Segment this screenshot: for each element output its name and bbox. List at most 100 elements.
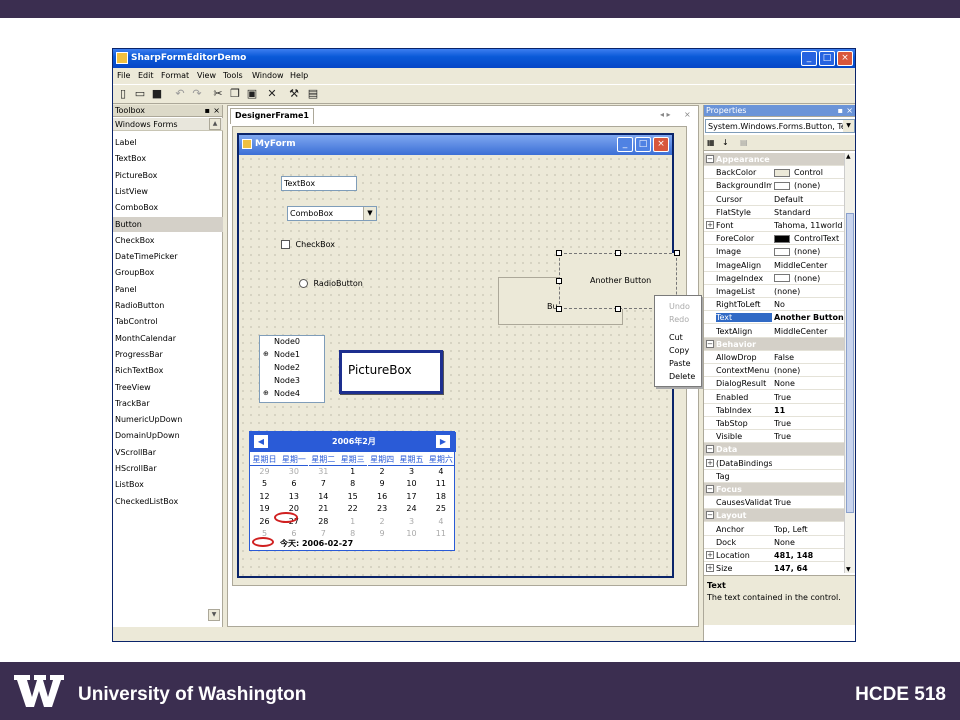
menu-tools[interactable]: Tools <box>223 71 243 80</box>
property-value[interactable]: True <box>774 432 844 441</box>
property-value[interactable]: (none) <box>774 366 844 375</box>
toolbox-item-button[interactable]: Button <box>113 216 223 232</box>
property-category[interactable]: − Appearance <box>704 153 844 166</box>
property-category[interactable]: − Focus <box>704 483 844 496</box>
form-maximize-button[interactable]: □ <box>635 137 651 152</box>
expand-icon[interactable]: + <box>706 551 714 559</box>
calendar-day[interactable]: 6 <box>279 529 308 538</box>
calendar-day[interactable]: 11 <box>426 529 455 538</box>
close-icon[interactable]: × <box>846 106 853 115</box>
property-row[interactable]: ImageList (none) <box>704 285 844 298</box>
calendar-day[interactable]: 6 <box>279 479 308 488</box>
form-minimize-button[interactable]: _ <box>617 137 633 152</box>
combobox-control[interactable]: ComboBox ▼ <box>287 206 377 221</box>
property-row[interactable]: TabIndex 11 <box>704 404 844 417</box>
open-icon[interactable]: ▭ <box>133 87 147 101</box>
tab-designerframe1[interactable]: DesignerFrame1 <box>230 108 314 124</box>
undo-icon[interactable]: ↶ <box>173 87 187 101</box>
calendar-day[interactable]: 18 <box>426 492 455 501</box>
property-value[interactable]: (none) <box>774 181 844 190</box>
property-category[interactable]: − Behavior <box>704 337 844 351</box>
property-value[interactable]: Control <box>774 168 844 177</box>
form-myform[interactable]: MyForm _ □ × TextBox ComboBox ▼ CheckBox <box>237 133 702 578</box>
save-icon[interactable]: ■ <box>150 87 164 101</box>
calendar-day[interactable]: 1 <box>338 517 367 526</box>
tree-node[interactable]: Node4 <box>274 389 300 398</box>
calendar-day[interactable]: 24 <box>397 504 426 513</box>
scroll-thumb[interactable] <box>846 213 854 513</box>
close-icon[interactable]: × <box>213 106 220 115</box>
property-pages-icon[interactable]: ▤ <box>740 138 748 147</box>
calendar-day[interactable]: 28 <box>309 517 338 526</box>
new-icon[interactable]: ▯ <box>116 87 130 101</box>
property-value[interactable]: False <box>774 353 844 362</box>
collapse-icon[interactable]: − <box>706 445 714 454</box>
chevron-down-icon[interactable]: ▼ <box>843 120 854 132</box>
prev-month-icon[interactable]: ◀ <box>254 435 268 448</box>
toolbox-item-combobox[interactable]: ComboBox <box>113 200 223 215</box>
radio-circle[interactable] <box>299 279 308 288</box>
cut-icon[interactable]: ✂ <box>211 87 225 101</box>
calendar-day[interactable]: 1 <box>338 467 367 476</box>
resize-handle[interactable] <box>556 306 562 312</box>
property-value[interactable]: ControlText <box>774 234 844 243</box>
resize-handle[interactable] <box>556 250 562 256</box>
property-value[interactable]: 481, 148 <box>774 551 844 560</box>
property-value[interactable]: No <box>774 300 844 309</box>
checkbox-control[interactable]: CheckBox <box>281 240 335 249</box>
chevron-down-icon[interactable]: ▼ <box>363 207 376 220</box>
property-value[interactable]: Standard <box>774 208 844 217</box>
calendar-day[interactable]: 3 <box>397 517 426 526</box>
copy-icon[interactable]: ❐ <box>228 87 242 101</box>
menu-view[interactable]: View <box>197 71 216 80</box>
property-row[interactable]: Visible True <box>704 430 844 444</box>
calendar-day[interactable]: 31 <box>309 467 338 476</box>
property-value[interactable]: (none) <box>774 287 844 296</box>
calendar-day[interactable]: 7 <box>309 529 338 538</box>
calendar-day[interactable]: 14 <box>309 492 338 501</box>
calendar-day[interactable]: 12 <box>250 492 279 501</box>
ctx-undo[interactable]: Undo <box>669 302 690 311</box>
toolbox-item-checkbox[interactable]: CheckBox <box>113 233 223 248</box>
expand-icon[interactable]: ⊕ <box>263 350 269 358</box>
property-value[interactable]: True <box>774 393 844 402</box>
property-row[interactable]: + Font Tahoma, 11world <box>704 219 844 232</box>
property-value[interactable]: 11 <box>774 406 844 415</box>
minimize-button[interactable]: _ <box>801 51 817 66</box>
property-value[interactable]: Top, Left <box>774 525 844 534</box>
calendar-day[interactable]: 7 <box>309 479 338 488</box>
close-button[interactable]: × <box>837 51 853 66</box>
toolbox-item-progressbar[interactable]: ProgressBar <box>113 347 223 362</box>
property-row[interactable]: + Size 147, 64 <box>704 562 844 573</box>
calendar-day[interactable]: 2 <box>368 467 397 476</box>
calendar-day[interactable]: 30 <box>279 467 308 476</box>
collapse-icon[interactable]: − <box>706 485 714 493</box>
property-row[interactable]: Tag <box>704 470 844 483</box>
property-row[interactable]: Cursor Default <box>704 193 844 206</box>
delete-icon[interactable]: ✕ <box>265 87 279 101</box>
property-row[interactable]: Dock None <box>704 536 844 549</box>
scroll-up-icon[interactable]: ▲ <box>209 118 221 130</box>
treeview-control[interactable]: Node0 ⊕ Node1 Node2 Node3 ⊕ Node4 <box>259 335 325 403</box>
property-row[interactable]: ContextMenu (none) <box>704 364 844 378</box>
tools-icon[interactable]: ⚒ <box>287 87 301 101</box>
expand-icon[interactable]: ⊕ <box>263 389 269 397</box>
tree-node[interactable]: Node0 <box>274 337 300 346</box>
calendar-day[interactable]: 11 <box>426 479 455 488</box>
ctx-paste[interactable]: Paste <box>669 359 691 368</box>
property-value[interactable]: Tahoma, 11world <box>774 221 844 230</box>
property-value[interactable]: 147, 64 <box>774 564 844 573</box>
property-row[interactable]: Text Another Button <box>704 311 844 325</box>
toolbox-item-picturebox[interactable]: PictureBox <box>113 168 223 183</box>
toolbox-item-listbox[interactable]: ListBox <box>113 477 223 492</box>
property-value[interactable]: MiddleCenter <box>774 327 844 336</box>
toolbox-item-checkedlistbox[interactable]: CheckedListBox <box>113 494 223 509</box>
property-value[interactable]: (none) <box>774 274 844 283</box>
calendar-day[interactable]: 10 <box>397 529 426 538</box>
property-scrollbar[interactable]: ▲ ▼ <box>844 153 855 573</box>
property-row[interactable]: Anchor Top, Left <box>704 523 844 536</box>
toolbox-item-panel[interactable]: Panel <box>113 282 223 297</box>
object-selector[interactable]: System.Windows.Forms.Button, Te ▼ <box>705 119 855 133</box>
paste-icon[interactable]: ▣ <box>245 87 259 101</box>
toolbox-item-groupbox[interactable]: GroupBox <box>113 265 223 280</box>
